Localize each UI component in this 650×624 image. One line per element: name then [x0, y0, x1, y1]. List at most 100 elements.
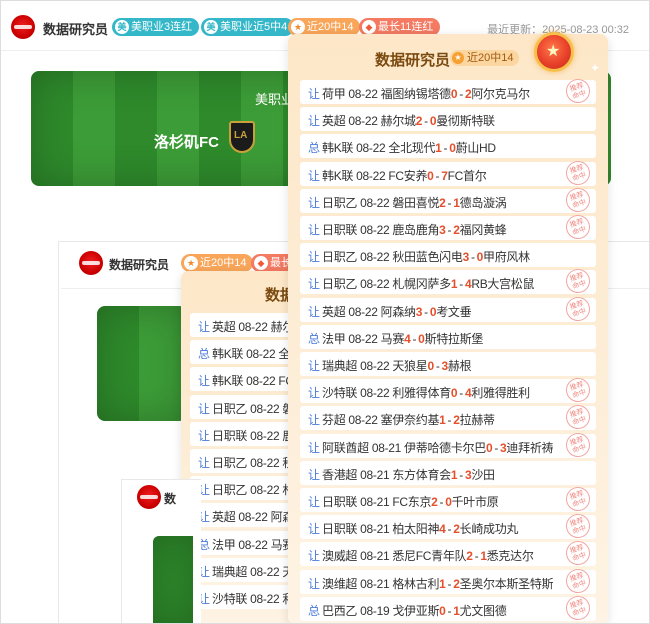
star-icon: ★	[452, 52, 464, 64]
score-separator: -	[474, 549, 479, 564]
record-row[interactable]: 总韩K联 08-22 全北现代1-0蔚山HD	[300, 134, 596, 159]
match-home: 法甲 08-22 马赛	[322, 331, 405, 346]
score-separator: -	[459, 277, 463, 292]
team-crest-icon	[229, 121, 255, 153]
record-row[interactable]: 总巴西乙 08-19 戈伊亚斯0-1尤文图德 推荐 命中	[300, 592, 596, 623]
score-separator: -	[447, 413, 452, 428]
match-text: 香港超 08-21 东方体育会1-3沙田	[322, 466, 495, 483]
record-row[interactable]: 让香港超 08-21 东方体育会1-3沙田	[300, 460, 596, 485]
score-separator: -	[435, 359, 440, 373]
home-score: 0	[450, 386, 458, 401]
echo-record-row: 总法甲 08-22 马赛	[190, 530, 300, 555]
match-home: 澳维超 08-21 格林古利	[322, 576, 440, 591]
bet-type-tag: 让	[308, 467, 321, 482]
bet-type-tag: 让	[308, 413, 321, 428]
record-row[interactable]: 让韩K联 08-22 FC安养0-7FC首尔 推荐 命中	[300, 157, 596, 188]
match-away: FC首尔	[447, 168, 487, 183]
record-row[interactable]: 让沙特联 08-22 利雅得体育0-4利雅得胜利 推荐 命中	[300, 375, 596, 406]
match-text: 沙特联 08-22 利雅得体育0-4利雅得胜利	[322, 384, 530, 401]
record-row[interactable]: 让英超 08-22 阿森纳3-0考文垂 推荐 命中	[300, 293, 596, 324]
match-home: 韩K联 08-22 全北现代	[322, 141, 436, 156]
author-name[interactable]: 数据研究员	[43, 19, 108, 38]
badge-recent: 美美职业近5中4	[201, 18, 295, 36]
match-home: 沙特联 08-22 利雅得体育	[322, 386, 451, 401]
match-away: 德岛漩涡	[459, 195, 507, 210]
match-away: 沙田	[471, 467, 495, 482]
match-home: 日职乙 08-22 札幌冈萨多	[322, 277, 451, 292]
bet-type-tag: 让	[308, 114, 321, 129]
match-away: 蔚山HD	[455, 141, 496, 156]
record-row[interactable]: 让阿联酋超 08-21 伊蒂哈德卡尔巴0-3迪拜祈祷 推荐 命中	[300, 429, 596, 460]
match-text: 英超 08-22 阿森	[212, 510, 295, 525]
bet-type-tag: 让	[308, 168, 321, 183]
author-name-echo: 数据研究员	[109, 258, 170, 272]
match-away: RB大宫松鼠	[471, 277, 535, 292]
record-row[interactable]: 让澳维超 08-21 格林古利1-2圣奥尔本斯圣特斯 推荐 命中	[300, 565, 596, 596]
home-score: 2	[431, 495, 438, 509]
match-away: 阿尔克马尔	[471, 87, 530, 101]
match-text: 日职乙 08-22 秋田蓝色闪电3-0甲府风林	[322, 248, 530, 265]
record-row[interactable]: 让日职乙 08-22 磐田喜悦2-1德岛漩涡 推荐 命中	[300, 184, 596, 215]
record-row[interactable]: 让日职乙 08-22 秋田蓝色闪电3-0甲府风林	[300, 243, 596, 268]
echo-record-row: 让英超 08-22 赫尔	[190, 313, 300, 337]
match-home: 日职乙 08-22 磐田喜悦	[322, 195, 440, 210]
echo-record-row: 总韩K联 08-22 全北	[190, 340, 300, 365]
home-score: 2	[439, 195, 446, 210]
match-away: 悉克达尔	[486, 549, 534, 564]
hit-stamp-icon: 推荐 命中	[562, 511, 594, 542]
match-banner-echo	[97, 306, 187, 421]
team-name: 洛杉矶FC	[154, 134, 219, 151]
record-row[interactable]: 让澳威超 08-21 悉尼FC青年队2-1悉克达尔 推荐 命中	[300, 538, 596, 569]
home-score: 3	[439, 223, 446, 237]
match-away: 赫根	[447, 359, 472, 373]
flame-icon: ◆	[362, 20, 376, 34]
match-text: 韩K联 08-22 全北	[212, 347, 300, 362]
score-separator: -	[447, 223, 452, 237]
record-row[interactable]: 让日职联 08-22 鹿岛鹿角3-2福冈黄蜂 推荐 命中	[300, 211, 596, 243]
match-text: 巴西乙 08-19 戈伊亚斯0-1尤文图德	[322, 602, 507, 619]
home-score: 3	[462, 250, 470, 265]
score-separator: -	[424, 114, 428, 129]
record-row[interactable]: 让芬超 08-22 塞伊奈约基1-2拉赫蒂 推荐 命中	[300, 402, 596, 433]
hit-stamp-icon: 推荐 命中	[562, 293, 594, 324]
echo-record-row: 让沙特联 08-22 利	[190, 585, 300, 609]
score-separator: -	[447, 522, 452, 537]
hit-stamp-icon: 推荐 命中	[562, 565, 594, 596]
score-separator: -	[459, 467, 463, 482]
record-row[interactable]: 让荷甲 08-22 福图纳锡塔德0-2阿尔克马尔 推荐 命中	[300, 75, 596, 107]
match-text: 法甲 08-22 马赛	[212, 537, 295, 552]
match-text: 瑞典超 08-22 天狼星0-3赫根	[322, 357, 472, 374]
match-banner-echo-3	[153, 536, 193, 623]
match-text: 韩K联 08-22 FC	[212, 374, 294, 389]
score-separator: -	[447, 576, 452, 591]
star-icon: ★	[291, 20, 305, 34]
match-text: 韩K联 08-22 全北现代1-0蔚山HD	[322, 139, 496, 156]
hit-stamp-icon: 推荐 命中	[562, 483, 594, 515]
score-separator: -	[459, 87, 463, 101]
home-score: 2	[466, 549, 473, 564]
record-row[interactable]: 让日职联 08-21 柏太阳神4-2长崎成功丸 推荐 命中	[300, 511, 596, 542]
record-row[interactable]: 让日职联 08-21 FC东京2-0千叶市原 推荐 命中	[300, 483, 596, 515]
match-away: 利雅得胜利	[471, 386, 530, 401]
bet-type-tag: 让	[308, 195, 321, 210]
record-row[interactable]: 让英超 08-22 赫尔城2-0曼彻斯特联	[300, 107, 596, 132]
home-score: 1	[435, 141, 442, 156]
home-score: 1	[450, 467, 458, 482]
match-home: 阿联酋超 08-21 伊蒂哈德卡尔巴	[322, 440, 486, 455]
author-avatar-echo-3	[137, 485, 161, 509]
bet-type-tag: 让	[308, 87, 321, 101]
popup-hit-badge: ★ 近20中14	[450, 50, 520, 66]
home-score: 4	[439, 522, 446, 537]
bet-type-tag: 让	[308, 277, 321, 292]
bet-type-tag: 让	[198, 456, 211, 470]
hit-stamp-icon: 推荐 命中	[562, 375, 594, 406]
echo-record-row: 让日职乙 08-22 磐	[190, 394, 300, 419]
hit-stamp-icon: 推荐 命中	[562, 402, 594, 433]
match-away: 尤文图德	[459, 603, 507, 618]
author-avatar[interactable]	[11, 15, 35, 39]
record-row[interactable]: 让瑞典超 08-22 天狼星0-3赫根	[300, 352, 596, 376]
match-text: 瑞典超 08-22 天	[212, 564, 295, 579]
record-row[interactable]: 总法甲 08-22 马赛4-0斯特拉斯堡	[300, 324, 596, 349]
bet-type-tag: 总	[198, 347, 211, 362]
record-row[interactable]: 让日职乙 08-22 札幌冈萨多1-4RB大宫松鼠 推荐 命中	[300, 266, 596, 297]
